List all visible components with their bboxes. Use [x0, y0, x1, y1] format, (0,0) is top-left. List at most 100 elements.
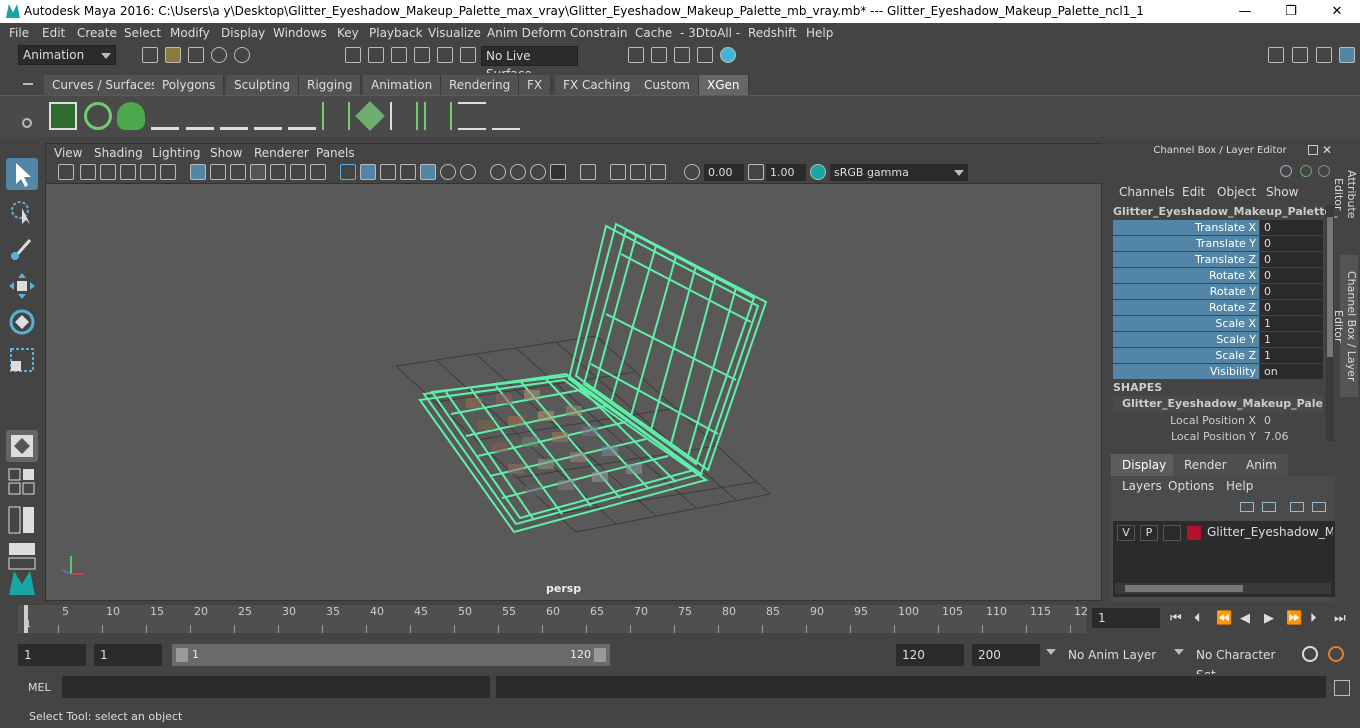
layer-playback-toggle[interactable]: P: [1140, 525, 1158, 541]
modeling-toolkit-icon[interactable]: [1268, 47, 1284, 63]
menu-redshift[interactable]: Redshift: [748, 26, 797, 40]
xgen-lock-guide-icon[interactable]: [288, 102, 316, 130]
image-plane-icon[interactable]: [120, 164, 136, 180]
animation-start-field[interactable]: 1: [18, 644, 86, 666]
field-chart-icon[interactable]: [270, 164, 286, 180]
range-slider[interactable]: 1 120: [172, 644, 610, 666]
scene-canvas[interactable]: [46, 184, 1101, 600]
xgen-sculpt-icon[interactable]: [424, 102, 452, 130]
playback-start-field[interactable]: 1: [94, 644, 162, 666]
play-backward-icon[interactable]: ◀: [1240, 611, 1250, 626]
rotate-tool-icon[interactable]: [6, 306, 38, 338]
menu-anim-deform[interactable]: Anim Deform: [487, 26, 566, 40]
shelf-tab-sculpting[interactable]: Sculpting: [226, 75, 300, 95]
menu-3dtoall[interactable]: - 3DtoAll -: [680, 26, 740, 40]
exposure-field[interactable]: 0.00: [704, 164, 744, 181]
step-forward-frame-icon[interactable]: ⏵: [1310, 611, 1317, 626]
range-slider-end-handle[interactable]: [594, 648, 606, 662]
gamma-icon[interactable]: [748, 164, 764, 180]
menu-display[interactable]: Display: [221, 26, 265, 40]
character-set-chevron-down-icon[interactable]: [1174, 649, 1184, 655]
camera-attributes-icon[interactable]: [80, 164, 96, 180]
edit-menu[interactable]: Edit: [1182, 185, 1205, 199]
menu-playback[interactable]: Playback: [369, 26, 423, 40]
xgen-normalize-icon[interactable]: [458, 102, 486, 130]
axis-view-icon[interactable]: [1280, 165, 1292, 177]
render-settings-icon[interactable]: [697, 47, 713, 63]
new-scene-icon[interactable]: [142, 47, 158, 63]
gate-mask-icon[interactable]: [250, 164, 266, 180]
channel-speed-icon[interactable]: [1300, 165, 1312, 177]
resolution-gate-icon[interactable]: [230, 164, 246, 180]
layers-menu[interactable]: Layers: [1122, 479, 1162, 493]
undo-icon[interactable]: [211, 47, 227, 63]
channel-hyper-icon[interactable]: [1318, 165, 1330, 177]
float-panel-icon[interactable]: [1308, 145, 1318, 155]
layer-list-scrollbar[interactable]: [1115, 583, 1331, 594]
shelf-tab-polygons[interactable]: Polygons: [154, 75, 225, 95]
layer-tab-anim[interactable]: Anim: [1235, 454, 1288, 476]
four-view-layout-icon[interactable]: [6, 466, 38, 498]
anti-aliasing-icon[interactable]: [530, 164, 546, 180]
maya-home-icon[interactable]: [6, 566, 38, 598]
shelf-tab-rendering[interactable]: Rendering: [441, 75, 520, 95]
move-layer-up-icon[interactable]: [1240, 502, 1254, 512]
anim-layer-dropdown[interactable]: No Anim Layer: [1062, 645, 1164, 665]
script-editor-icon[interactable]: [1334, 680, 1350, 696]
xgen-editor-icon[interactable]: [49, 102, 77, 130]
smooth-shading-icon[interactable]: [360, 164, 376, 180]
menu-windows[interactable]: Windows: [273, 26, 327, 40]
go-to-start-icon[interactable]: ⏮: [1170, 611, 1182, 626]
attr-translate-x[interactable]: Translate X 0: [1113, 220, 1323, 236]
menu-cache[interactable]: Cache: [635, 26, 672, 40]
paint-select-tool-icon[interactable]: [6, 232, 38, 264]
xgen-move-guide-icon[interactable]: [186, 102, 214, 130]
channel-box-layer-editor-tab[interactable]: Channel Box / Layer Editor: [1332, 255, 1358, 397]
select-object-icon[interactable]: [368, 47, 384, 63]
animation-preferences-icon[interactable]: [1328, 646, 1344, 662]
select-component-icon[interactable]: [391, 47, 407, 63]
shape-attr-local-position-y-value[interactable]: 7.06: [1260, 429, 1323, 444]
step-forward-key-icon[interactable]: ⏩: [1286, 611, 1302, 626]
menu-key[interactable]: Key: [337, 26, 359, 40]
maximize-button[interactable]: ❐: [1268, 2, 1314, 21]
step-back-frame-icon[interactable]: ⏴: [1194, 611, 1201, 626]
viewport-menu-show[interactable]: Show: [210, 146, 242, 160]
attr-visibility[interactable]: Visibility on: [1113, 364, 1323, 380]
mel-label[interactable]: MEL: [28, 681, 51, 694]
close-panel-icon[interactable]: ✕: [1322, 143, 1332, 157]
viewport-menu-view[interactable]: View: [54, 146, 82, 160]
layer-tab-render[interactable]: Render: [1173, 454, 1238, 476]
film-gate-icon[interactable]: [210, 164, 226, 180]
attr-rotate-y[interactable]: Rotate Y 0: [1113, 284, 1323, 300]
menu-visualize[interactable]: Visualize: [428, 26, 481, 40]
xray-joints-icon[interactable]: [650, 164, 666, 180]
attr-rotate-x[interactable]: Rotate X 0: [1113, 268, 1323, 284]
color-management-icon[interactable]: [810, 164, 826, 180]
hypershade-icon[interactable]: [720, 47, 736, 63]
screen-space-ao-icon[interactable]: [490, 164, 506, 180]
bookmark-icon[interactable]: [100, 164, 116, 180]
snap-point-icon[interactable]: [460, 47, 476, 63]
time-slider[interactable]: 1 5 10 15 20 25 30 35 40 45 50 55 60 65 70 75 80 85 90 95 1…: [18, 605, 1088, 633]
color-space-dropdown[interactable]: sRGB gamma: [830, 164, 968, 181]
mel-command-input[interactable]: [62, 676, 490, 698]
attr-rotate-z[interactable]: Rotate Z 0: [1113, 300, 1323, 316]
xgen-create-description-icon[interactable]: [117, 102, 145, 130]
channel-box-toggle-icon[interactable]: [1339, 47, 1355, 63]
render-frame-icon[interactable]: [651, 47, 667, 63]
shelf-tab-animation[interactable]: Animation: [363, 75, 442, 95]
open-scene-icon[interactable]: [165, 47, 181, 63]
xgen-groom-icon[interactable]: [322, 102, 350, 130]
menu-constrain[interactable]: Constrain: [570, 26, 628, 40]
wireframe-shading-icon[interactable]: [340, 164, 356, 180]
close-button[interactable]: ✕: [1314, 2, 1360, 21]
layer-list-scroll-thumb[interactable]: [1125, 585, 1243, 592]
use-all-lights-icon[interactable]: [440, 164, 456, 180]
help-menu[interactable]: Help: [1226, 479, 1253, 493]
viewport-menu-renderer[interactable]: Renderer: [254, 146, 309, 160]
menu-select[interactable]: Select: [124, 26, 161, 40]
ipr-render-icon[interactable]: [674, 47, 690, 63]
grid-toggle-icon[interactable]: [190, 164, 206, 180]
camera-select-icon[interactable]: [58, 164, 74, 180]
